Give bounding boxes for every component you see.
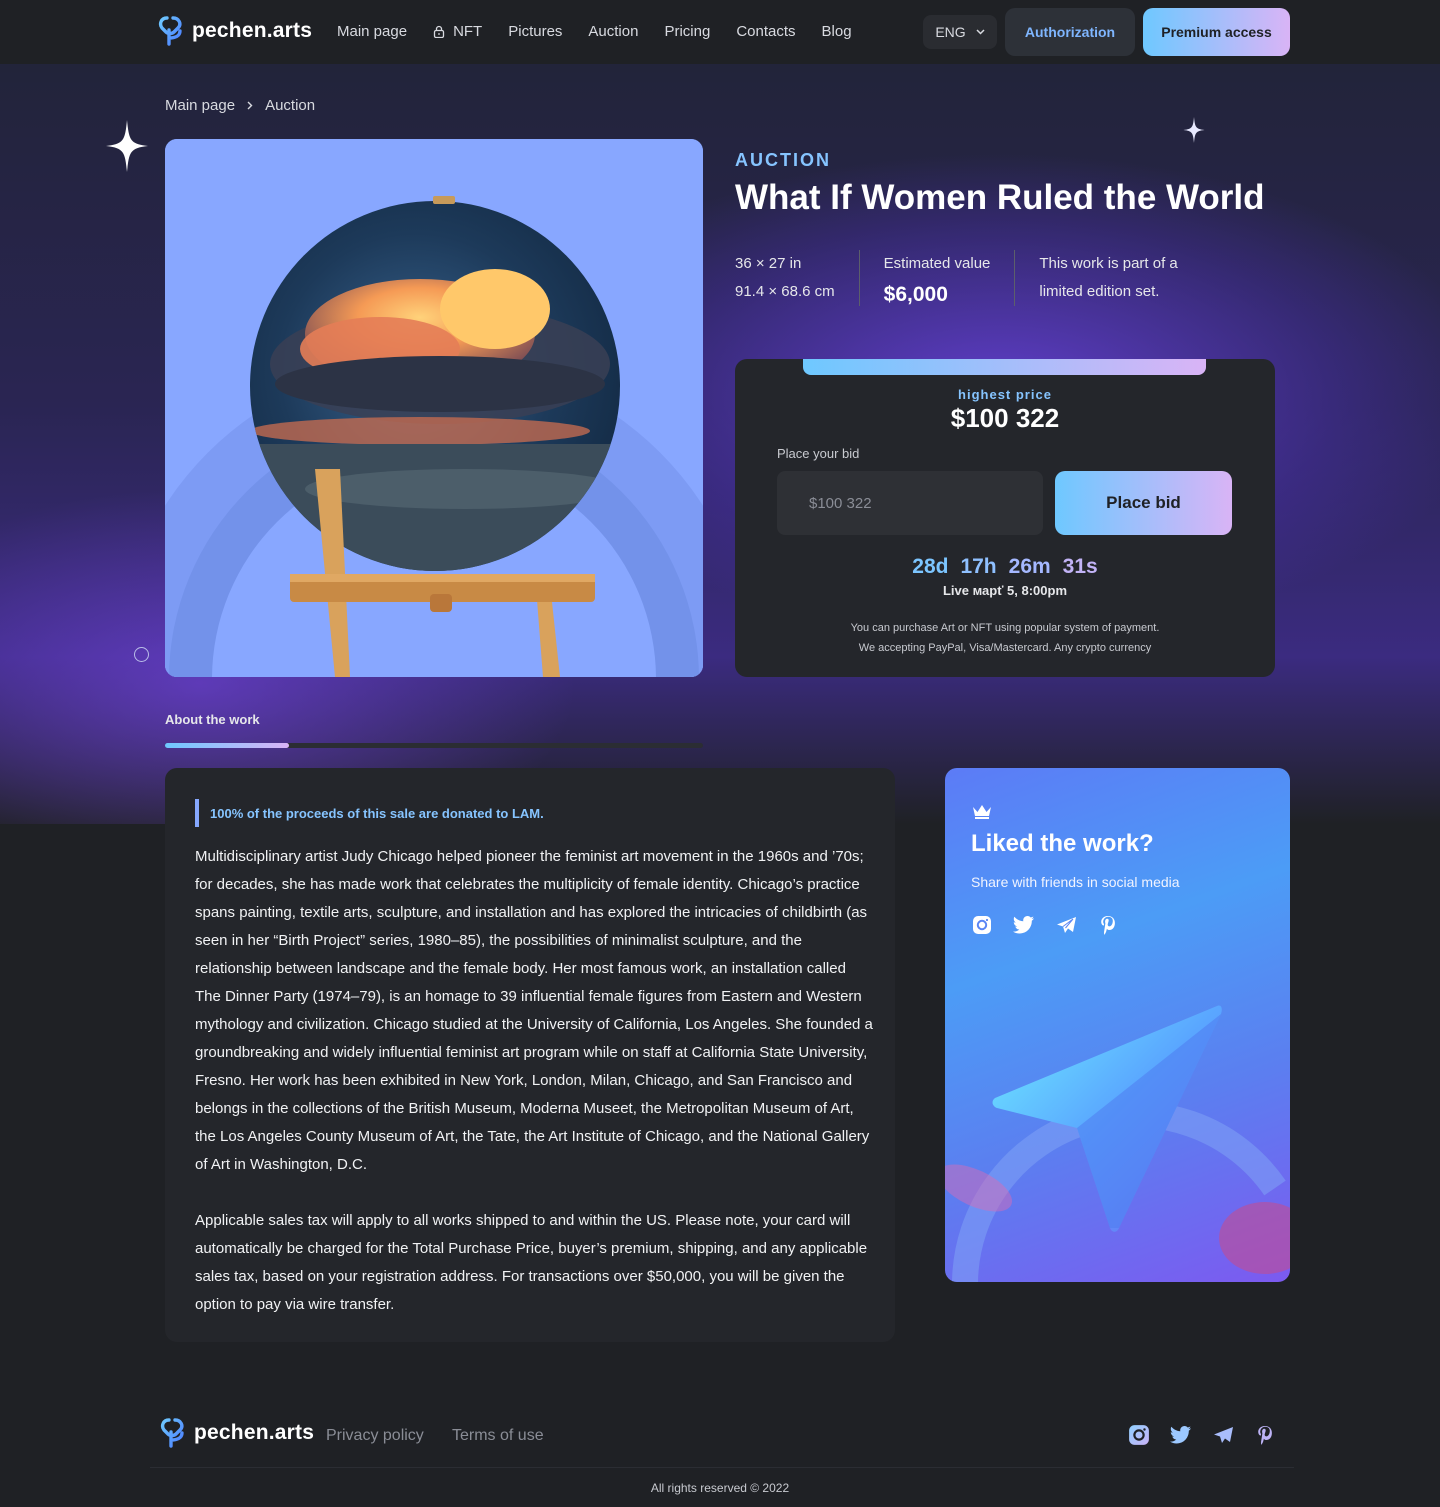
nav-label: Contacts bbox=[736, 23, 796, 40]
brand-logo[interactable]: pechen.arts bbox=[158, 16, 312, 46]
size-cm: 91.4 × 68.6 cm bbox=[735, 283, 835, 300]
edition-line: This work is part of a bbox=[1039, 255, 1178, 272]
brand-name: pechen.arts bbox=[192, 19, 313, 42]
privacy-policy-link[interactable]: Privacy policy bbox=[326, 1427, 424, 1445]
estimated-label: Estimated value bbox=[883, 255, 991, 272]
footer-brand-logo[interactable]: pechen.arts bbox=[160, 1418, 314, 1448]
artwork-specs: 36 × 27 in 91.4 × 68.6 cm Estimated valu… bbox=[735, 250, 1178, 306]
bid-card-accent bbox=[803, 359, 1206, 375]
telegram-icon[interactable] bbox=[1212, 1424, 1234, 1446]
tab-about-the-work[interactable]: About the work bbox=[165, 712, 260, 727]
edition-line: limited edition set. bbox=[1039, 283, 1160, 300]
countdown-timer: 28d 17h 26m 31s bbox=[735, 555, 1275, 579]
footer: pechen.arts Privacy policy Terms of use … bbox=[0, 1400, 1440, 1507]
dimensions: 36 × 27 in 91.4 × 68.6 cm bbox=[735, 250, 835, 306]
terms-of-use-link[interactable]: Terms of use bbox=[452, 1427, 544, 1445]
nav-item-contacts[interactable]: Contacts bbox=[736, 23, 795, 40]
instagram-icon[interactable] bbox=[1128, 1424, 1150, 1446]
nav-item-blog[interactable]: Blog bbox=[822, 23, 852, 40]
highest-price-label: highest price bbox=[958, 387, 1052, 402]
bid-input-label: Place your bid bbox=[777, 446, 860, 461]
timer-seconds: 31s bbox=[1062, 555, 1098, 578]
nav-label: NFT bbox=[453, 23, 483, 40]
nav-item-pricing[interactable]: Pricing bbox=[664, 23, 710, 40]
footer-brand-name: pechen.arts bbox=[194, 1421, 315, 1444]
copyright: All rights reserved © 2022 bbox=[650, 1481, 790, 1495]
main-nav: Main page NFT Pictures Auction Pricing C… bbox=[337, 23, 878, 40]
timer-days: 28d bbox=[912, 555, 949, 578]
pinterest-icon[interactable] bbox=[1254, 1424, 1276, 1446]
nav-item-pictures[interactable]: Pictures bbox=[508, 23, 562, 40]
about-paragraph: Multidisciplinary artist Judy Chicago he… bbox=[195, 848, 873, 1173]
bid-amount-input[interactable] bbox=[777, 471, 1043, 535]
sparkle-icon bbox=[1183, 117, 1205, 143]
breadcrumb-home[interactable]: Main page bbox=[165, 97, 235, 114]
live-date: Live марť 5, 8:00pm bbox=[942, 583, 1068, 598]
divider bbox=[1014, 250, 1016, 306]
size-inches: 36 × 27 in bbox=[735, 255, 802, 272]
footer-social-icons bbox=[1128, 1424, 1276, 1446]
decor-circle bbox=[134, 647, 149, 662]
nav-label: Auction bbox=[588, 23, 639, 40]
breadcrumb-current: Auction bbox=[265, 97, 316, 114]
place-bid-button[interactable]: Place bid bbox=[1055, 471, 1232, 535]
crown-icon bbox=[973, 805, 991, 819]
tab-progress-indicator bbox=[165, 743, 289, 748]
top-header: pechen.arts Main page NFT Pictures Aucti… bbox=[0, 0, 1440, 64]
share-card: Liked the work? Share with friends in so… bbox=[945, 768, 1290, 1282]
nav-label: Pictures bbox=[508, 23, 563, 40]
estimated-amount: $6,000 bbox=[883, 283, 948, 306]
authorization-button[interactable]: Authorization bbox=[1005, 8, 1135, 56]
language-value: ENG bbox=[935, 24, 966, 40]
lock-icon bbox=[433, 25, 445, 38]
footer-divider bbox=[150, 1467, 1294, 1468]
language-select[interactable]: ENG bbox=[923, 15, 997, 49]
share-social-icons bbox=[971, 914, 1119, 936]
nav-label: Pricing bbox=[664, 23, 711, 40]
about-text: Multidisciplinary artist Judy Chicago he… bbox=[195, 843, 875, 1319]
logo-icon bbox=[158, 16, 182, 46]
nav-item-main-page[interactable]: Main page bbox=[337, 23, 407, 40]
edition-note: This work is part of a limited edition s… bbox=[1039, 250, 1177, 306]
instagram-icon[interactable] bbox=[971, 914, 993, 936]
twitter-icon[interactable] bbox=[1013, 914, 1035, 936]
chevron-right-icon bbox=[247, 101, 253, 110]
share-subtitle: Share with friends in social media bbox=[971, 874, 1180, 890]
premium-access-button[interactable]: Premium access bbox=[1143, 8, 1290, 56]
nav-item-nft[interactable]: NFT bbox=[433, 23, 482, 40]
nav-label: Main page bbox=[337, 23, 408, 40]
logo-icon bbox=[160, 1418, 184, 1448]
estimated-value: Estimated value $6,000 bbox=[884, 250, 991, 306]
about-paragraph: Applicable sales tax will apply to all w… bbox=[195, 1212, 868, 1313]
breadcrumb: Main page Auction bbox=[165, 97, 315, 114]
about-card: 100% of the proceeds of this sale are do… bbox=[165, 768, 895, 1342]
sparkle-icon bbox=[106, 120, 148, 172]
section-label: AUCTION bbox=[735, 150, 831, 170]
telegram-icon[interactable] bbox=[1055, 914, 1077, 936]
nav-item-auction[interactable]: Auction bbox=[588, 23, 638, 40]
payment-note-line: We accepting PayPal, Visa/Mastercard. An… bbox=[858, 642, 1152, 654]
nav-label: Blog bbox=[821, 23, 852, 40]
payment-note: You can purchase Art or NFT using popula… bbox=[735, 618, 1275, 658]
timer-hours: 17h bbox=[960, 555, 997, 578]
artwork-title: What If Women Ruled the World bbox=[735, 178, 1265, 217]
divider bbox=[858, 250, 860, 306]
bid-card: highest price $100 322 Place your bid Pl… bbox=[735, 359, 1275, 677]
donation-quote: 100% of the proceeds of this sale are do… bbox=[195, 799, 544, 827]
share-title: Liked the work? bbox=[971, 830, 1154, 857]
chevron-down-icon bbox=[976, 29, 985, 35]
highest-price-value: $100 322 bbox=[950, 403, 1060, 433]
twitter-icon[interactable] bbox=[1170, 1424, 1192, 1446]
artwork-image[interactable] bbox=[165, 139, 703, 677]
painting-illustration bbox=[165, 139, 703, 677]
timer-minutes: 26m bbox=[1008, 555, 1051, 578]
payment-note-line: You can purchase Art or NFT using popula… bbox=[850, 622, 1160, 634]
pinterest-icon[interactable] bbox=[1097, 914, 1119, 936]
